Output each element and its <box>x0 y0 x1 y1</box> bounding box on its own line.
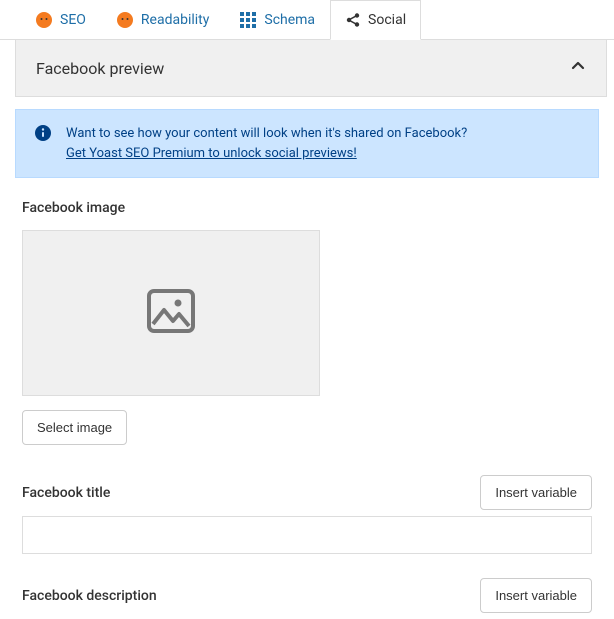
image-icon <box>146 288 196 338</box>
image-placeholder[interactable] <box>22 230 320 396</box>
premium-notice: Want to see how your content will look w… <box>15 109 599 178</box>
tab-readability[interactable]: Readability <box>101 0 224 39</box>
insert-variable-description-button[interactable]: Insert variable <box>480 578 592 613</box>
tab-seo-label: SEO <box>60 12 86 28</box>
tabs: SEO Readability Schema Social <box>0 0 614 40</box>
tab-readability-label: Readability <box>141 12 209 28</box>
insert-variable-title-button[interactable]: Insert variable <box>480 475 592 510</box>
notice-text: Want to see how your content will look w… <box>66 124 467 163</box>
tab-schema-label: Schema <box>264 12 315 28</box>
seo-icon <box>35 11 53 29</box>
facebook-image-label: Facebook image <box>22 200 592 216</box>
tab-schema[interactable]: Schema <box>224 0 330 39</box>
premium-link[interactable]: Get Yoast SEO Premium to unlock social p… <box>66 146 357 161</box>
schema-icon <box>239 11 257 29</box>
facebook-description-label: Facebook description <box>22 588 157 604</box>
info-icon <box>34 124 52 146</box>
readability-icon <box>116 11 134 29</box>
content: Want to see how your content will look w… <box>0 109 614 613</box>
facebook-title-label: Facebook title <box>22 485 110 501</box>
panel-header[interactable]: Facebook preview <box>15 40 607 97</box>
share-icon <box>345 12 361 28</box>
facebook-title-input[interactable] <box>22 516 592 554</box>
notice-message: Want to see how your content will look w… <box>66 126 467 141</box>
chevron-up-icon <box>570 58 586 78</box>
tab-social-label: Social <box>368 12 406 28</box>
tab-social[interactable]: Social <box>330 0 421 40</box>
select-image-button[interactable]: Select image <box>22 410 127 445</box>
tab-seo[interactable]: SEO <box>20 0 101 39</box>
panel-title: Facebook preview <box>36 59 164 78</box>
